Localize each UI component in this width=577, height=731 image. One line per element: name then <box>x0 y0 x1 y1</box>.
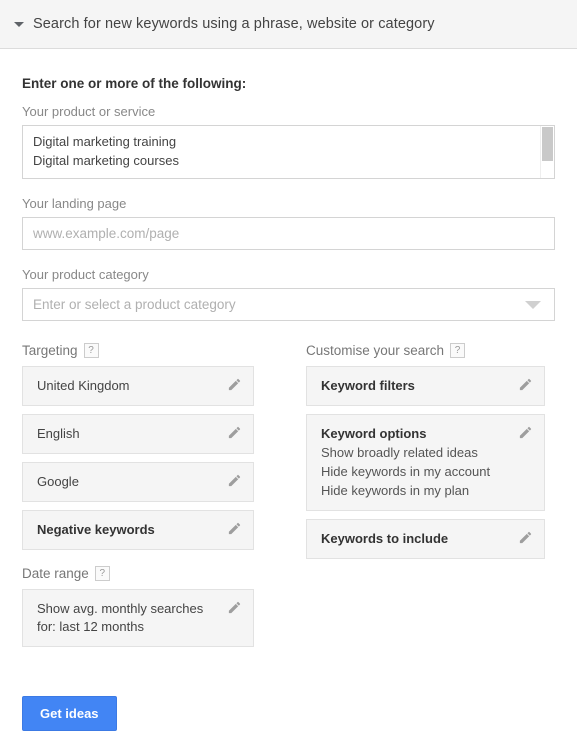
customise-heading: Customise your search ? <box>306 343 545 358</box>
targeting-language-label: English <box>37 426 80 441</box>
help-icon[interactable]: ? <box>94 566 110 581</box>
help-icon[interactable]: ? <box>83 343 99 358</box>
actions-bar: Get ideas <box>0 696 577 731</box>
date-range-heading: Date range ? <box>22 566 254 581</box>
targeting-network-label: Google <box>37 474 79 489</box>
product-category-placeholder: Enter or select a product category <box>33 297 236 312</box>
keyword-option-item: Hide keywords in my plan <box>321 483 470 498</box>
keyword-options-label: Keyword options <box>321 426 427 441</box>
keywords-to-include-box[interactable]: Keywords to include <box>306 519 545 559</box>
negative-keywords-box[interactable]: Negative keywords <box>22 510 254 550</box>
textarea-scrollbar[interactable] <box>540 126 554 178</box>
targeting-location-label: United Kingdom <box>37 378 130 393</box>
date-range-heading-label: Date range <box>22 566 89 581</box>
help-icon[interactable]: ? <box>450 343 466 358</box>
targeting-column: Targeting ? United Kingdom English Googl… <box>22 339 254 655</box>
triangle-down-icon[interactable] <box>14 21 24 27</box>
keyword-filters-box[interactable]: Keyword filters <box>306 366 545 406</box>
panel-header[interactable]: Search for new keywords using a phrase, … <box>0 0 577 49</box>
options-columns: Targeting ? United Kingdom English Googl… <box>22 339 555 655</box>
targeting-location-box[interactable]: United Kingdom <box>22 366 254 406</box>
pencil-icon[interactable] <box>227 425 242 440</box>
keyword-line: Digital marketing training <box>33 134 177 149</box>
keyword-filters-label: Keyword filters <box>321 378 415 393</box>
form-intro: Enter one or more of the following: <box>22 76 247 91</box>
pencil-icon[interactable] <box>227 377 242 392</box>
pencil-icon[interactable] <box>227 600 242 615</box>
keyword-options-box[interactable]: Keyword options Show broadly related ide… <box>306 414 545 511</box>
search-form: Enter one or more of the following: Your… <box>0 76 577 655</box>
product-or-service-label: Your product or service <box>22 104 156 119</box>
targeting-heading: Targeting ? <box>22 343 254 358</box>
product-category-label: Your product category <box>22 267 149 282</box>
landing-page-placeholder: www.example.com/page <box>33 226 180 241</box>
negative-keywords-label: Negative keywords <box>37 522 155 537</box>
chevron-down-icon[interactable] <box>525 300 541 309</box>
date-range-line-2: for: last 12 months <box>37 619 144 634</box>
page-title: Search for new keywords using a phrase, … <box>33 16 435 32</box>
targeting-heading-label: Targeting <box>22 343 78 358</box>
product-or-service-input[interactable]: Digital marketing training Digital marke… <box>22 125 555 179</box>
keyword-line: Digital marketing courses <box>33 153 179 168</box>
get-ideas-button[interactable]: Get ideas <box>22 696 117 731</box>
date-range-line-1: Show avg. monthly searches <box>37 601 204 616</box>
targeting-network-box[interactable]: Google <box>22 462 254 502</box>
keywords-to-include-label: Keywords to include <box>321 531 449 546</box>
product-category-select[interactable]: Enter or select a product category <box>22 288 555 321</box>
keyword-option-item: Hide keywords in my account <box>321 464 491 479</box>
pencil-icon[interactable] <box>518 425 533 440</box>
pencil-icon[interactable] <box>518 530 533 545</box>
date-range-box[interactable]: Show avg. monthly searches for: last 12 … <box>22 589 254 647</box>
customise-column: Customise your search ? Keyword filters … <box>306 339 545 655</box>
targeting-language-box[interactable]: English <box>22 414 254 454</box>
customise-heading-label: Customise your search <box>306 343 445 358</box>
pencil-icon[interactable] <box>518 377 533 392</box>
pencil-icon[interactable] <box>227 473 242 488</box>
pencil-icon[interactable] <box>227 521 242 536</box>
keyword-option-item: Show broadly related ideas <box>321 445 478 460</box>
landing-page-input[interactable]: www.example.com/page <box>22 217 555 250</box>
scrollbar-thumb[interactable] <box>542 127 553 161</box>
landing-page-label: Your landing page <box>22 196 127 211</box>
